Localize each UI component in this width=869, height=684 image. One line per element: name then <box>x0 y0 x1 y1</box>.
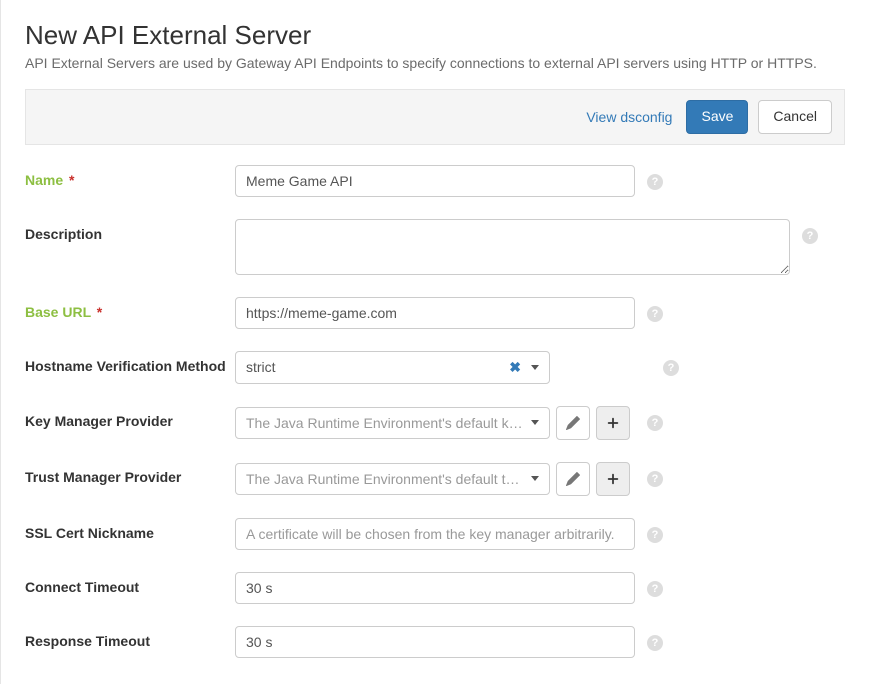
required-asterisk: * <box>69 172 74 188</box>
base-url-label: Base URL <box>25 304 91 320</box>
plus-icon <box>606 472 620 486</box>
hostname-verification-label: Hostname Verification Method <box>25 351 235 374</box>
add-button[interactable] <box>596 406 630 440</box>
response-timeout-input[interactable] <box>235 626 635 658</box>
help-icon[interactable]: ? <box>647 527 663 543</box>
help-icon[interactable]: ? <box>647 306 663 322</box>
trust-manager-label: Trust Manager Provider <box>25 462 235 485</box>
response-timeout-label: Response Timeout <box>25 626 235 649</box>
clear-icon[interactable]: ✖ <box>509 359 521 376</box>
base-url-input[interactable] <box>235 297 635 329</box>
trust-manager-select[interactable]: The Java Runtime Environment's default t… <box>235 463 550 495</box>
help-icon[interactable]: ? <box>647 581 663 597</box>
select-placeholder: The Java Runtime Environment's default k… <box>246 415 523 431</box>
ssl-cert-label: SSL Cert Nickname <box>25 518 235 541</box>
chevron-down-icon <box>531 476 539 481</box>
connect-timeout-label: Connect Timeout <box>25 572 235 595</box>
hostname-verification-select[interactable]: strict ✖ <box>235 351 550 384</box>
chevron-down-icon <box>531 420 539 425</box>
name-label: Name <box>25 172 63 188</box>
key-manager-label: Key Manager Provider <box>25 406 235 429</box>
description-textarea[interactable] <box>235 219 790 275</box>
description-label: Description <box>25 219 235 242</box>
plus-icon <box>606 416 620 430</box>
ssl-cert-input[interactable] <box>235 518 635 550</box>
help-icon[interactable]: ? <box>663 360 679 376</box>
save-button[interactable]: Save <box>686 100 748 134</box>
help-icon[interactable]: ? <box>647 635 663 651</box>
help-icon[interactable]: ? <box>802 228 818 244</box>
page-title: New API External Server <box>25 20 845 51</box>
select-value: strict <box>246 359 276 375</box>
pencil-icon <box>566 472 580 486</box>
name-input[interactable] <box>235 165 635 197</box>
key-manager-select[interactable]: The Java Runtime Environment's default k… <box>235 407 550 439</box>
edit-button[interactable] <box>556 406 590 440</box>
action-bar: View dsconfig Save Cancel <box>25 89 845 145</box>
help-icon[interactable]: ? <box>647 471 663 487</box>
view-dsconfig-link[interactable]: View dsconfig <box>586 109 672 125</box>
pencil-icon <box>566 416 580 430</box>
required-asterisk: * <box>97 304 102 320</box>
select-placeholder: The Java Runtime Environment's default t… <box>246 471 523 487</box>
help-icon[interactable]: ? <box>647 174 663 190</box>
add-button[interactable] <box>596 462 630 496</box>
help-icon[interactable]: ? <box>647 415 663 431</box>
connect-timeout-input[interactable] <box>235 572 635 604</box>
page-subtitle: API External Servers are used by Gateway… <box>25 55 845 71</box>
cancel-button[interactable]: Cancel <box>758 100 832 134</box>
chevron-down-icon <box>531 365 539 370</box>
edit-button[interactable] <box>556 462 590 496</box>
